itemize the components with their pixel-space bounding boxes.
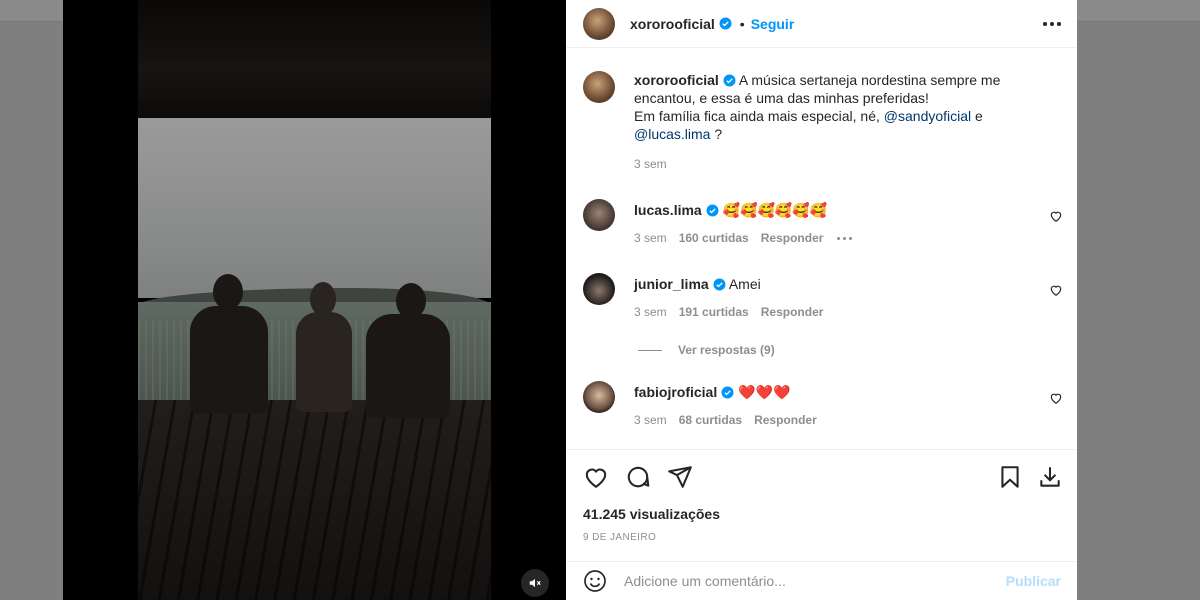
caption-suffix: ?	[714, 126, 723, 142]
verified-badge-icon	[719, 17, 732, 30]
caption-text: xororooficial A música sertaneja nordest…	[634, 71, 1063, 143]
verified-badge-icon	[723, 74, 736, 87]
download-icon[interactable]	[1037, 464, 1063, 490]
post-side-panel: xororooficial • Seguir xororooficial A m…	[566, 0, 1077, 600]
comment-time[interactable]: 3 sem	[634, 231, 667, 245]
caption-time[interactable]: 3 sem	[634, 157, 667, 171]
avatar[interactable]	[583, 7, 615, 40]
heart-icon[interactable]	[1049, 209, 1063, 223]
post-header: xororooficial • Seguir	[566, 0, 1077, 48]
avatar[interactable]	[583, 273, 615, 305]
person-head-right	[396, 283, 426, 319]
author-username[interactable]: xororooficial	[630, 16, 715, 32]
caption-meta: 3 sem	[634, 157, 1063, 171]
reply-button[interactable]: Responder	[761, 305, 824, 319]
reply-button[interactable]: Responder	[754, 413, 817, 427]
mention-link[interactable]: @lucas.lima	[634, 126, 710, 142]
comment-body: ❤️❤️❤️	[738, 384, 791, 400]
action-bar-right	[997, 464, 1063, 490]
comment-item: lucas.lima 🥰🥰🥰🥰🥰🥰 3 sem 160 curtidas Res…	[583, 199, 1063, 245]
comment-meta: 3 sem 160 curtidas Responder	[634, 231, 1063, 245]
mention-link[interactable]: @sandyoficial	[884, 108, 971, 124]
person-silhouette-middle	[296, 312, 352, 412]
comment-likes[interactable]: 191 curtidas	[679, 305, 749, 319]
verified-badge-icon	[706, 204, 719, 217]
video-frame[interactable]	[138, 0, 491, 600]
emoji-smiley-icon[interactable]	[583, 569, 607, 593]
avatar[interactable]	[583, 381, 615, 413]
mute-button[interactable]	[521, 569, 549, 597]
separator-dot: •	[739, 15, 745, 32]
reply-button[interactable]: Responder	[761, 231, 824, 245]
comments-list[interactable]: xororooficial A música sertaneja nordest…	[566, 49, 1077, 449]
caption: xororooficial A música sertaneja nordest…	[583, 71, 1063, 171]
verified-badge-icon	[721, 386, 734, 399]
comment-text: lucas.lima 🥰🥰🥰🥰🥰🥰	[634, 199, 1063, 219]
add-comment-bar: Publicar	[566, 561, 1077, 600]
comment-bubble-icon[interactable]	[625, 464, 651, 490]
caption-connector: e	[975, 108, 983, 124]
avatar[interactable]	[583, 199, 615, 231]
deck-shade	[138, 400, 491, 600]
caption-username[interactable]: xororooficial	[634, 72, 719, 88]
action-bar	[566, 450, 1077, 504]
heart-icon[interactable]	[1049, 283, 1063, 297]
view-replies-label: Ver respostas (9)	[678, 343, 775, 357]
comment-time[interactable]: 3 sem	[634, 305, 667, 319]
view-replies-button[interactable]: Ver respostas (9)	[638, 343, 775, 357]
comment-username[interactable]: lucas.lima	[634, 202, 702, 218]
roof-fringe	[138, 100, 491, 122]
avatar[interactable]	[583, 71, 615, 103]
person-head-middle	[310, 282, 336, 316]
post-media[interactable]	[63, 0, 566, 600]
comment-likes[interactable]: 160 curtidas	[679, 231, 749, 245]
comment-item: junior_lima Amei 3 sem 191 curtidas Resp…	[583, 273, 1063, 319]
comment-input[interactable]	[624, 573, 1006, 589]
comment-likes[interactable]: 68 curtidas	[679, 413, 742, 427]
speaker-muted-icon	[529, 578, 541, 588]
heart-icon[interactable]	[583, 464, 609, 490]
person-silhouette-left	[190, 306, 268, 414]
comment-meta: 3 sem 68 curtidas Responder	[634, 413, 1063, 427]
publish-button[interactable]: Publicar	[1006, 573, 1061, 589]
heart-icon[interactable]	[1049, 391, 1063, 405]
verified-badge-icon	[713, 278, 726, 291]
person-head-left	[213, 274, 243, 310]
paper-plane-icon[interactable]	[667, 464, 693, 490]
person-silhouette-right	[366, 314, 450, 418]
comment-text: junior_lima Amei	[634, 273, 1063, 293]
more-options-icon[interactable]	[1043, 21, 1061, 26]
comment-meta: 3 sem 191 curtidas Responder	[634, 305, 1063, 319]
more-options-icon[interactable]	[837, 236, 853, 240]
comment-body: Amei	[728, 276, 761, 292]
comment-item: fabiojroficial ❤️❤️❤️ 3 sem 68 curtidas …	[583, 381, 1063, 427]
comment-body: 🥰🥰🥰🥰🥰🥰	[722, 202, 828, 218]
comment-username[interactable]: fabiojroficial	[634, 384, 717, 400]
comment-text: fabiojroficial ❤️❤️❤️	[634, 381, 1063, 401]
comment-time[interactable]: 3 sem	[634, 413, 667, 427]
post-modal: xororooficial • Seguir xororooficial A m…	[63, 0, 1077, 600]
sky	[138, 118, 491, 298]
replies-divider	[638, 349, 662, 351]
post-actions-section: 41.245 visualizações 9 DE JANEIRO	[566, 449, 1077, 543]
view-count[interactable]: 41.245 visualizações	[583, 506, 720, 522]
bookmark-icon[interactable]	[997, 464, 1023, 490]
follow-button[interactable]: Seguir	[751, 16, 795, 32]
caption-line2: Em família fica ainda mais especial, né,	[634, 108, 880, 124]
post-date[interactable]: 9 DE JANEIRO	[583, 532, 656, 543]
comment-username[interactable]: junior_lima	[634, 276, 709, 292]
